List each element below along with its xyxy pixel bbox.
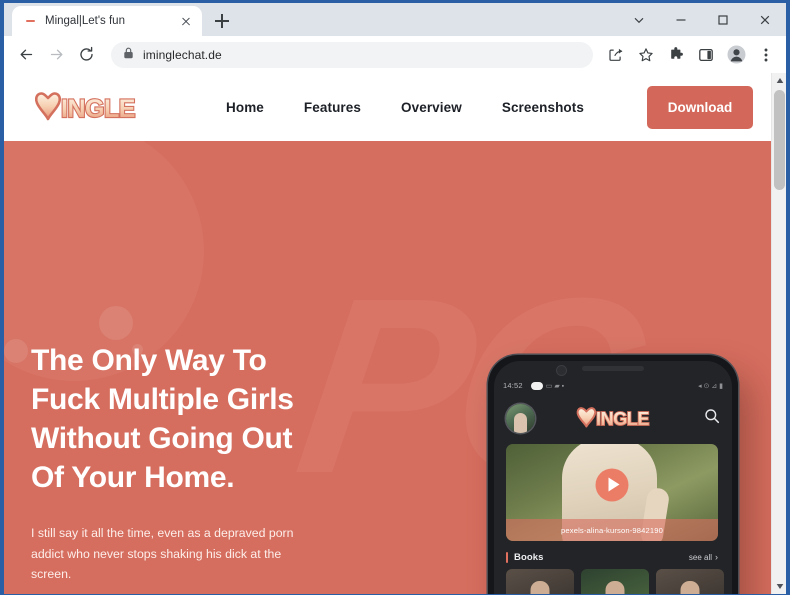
hero-copy: The Only Way To Fuck Multiple Girls With… (31, 341, 371, 585)
tab-title: Mingal|Let's fun (45, 15, 125, 27)
reload-icon[interactable] (72, 41, 100, 69)
site-security-lock-icon[interactable] (123, 46, 134, 64)
book-card[interactable]: sample2 (656, 569, 724, 594)
page-scrollbar[interactable] (771, 73, 786, 594)
app-logo-text: INGLE (596, 409, 649, 429)
phone-front-camera (557, 366, 566, 375)
scroll-down-arrow-icon[interactable] (772, 579, 786, 594)
back-icon[interactable] (12, 41, 40, 69)
status-notification-pill (530, 381, 543, 390)
mingle-favicon (23, 14, 37, 28)
maximize-icon[interactable] (702, 4, 744, 36)
extensions-puzzle-icon[interactable] (662, 41, 690, 69)
site-header: INGLE Home Features Overview Screenshots… (4, 73, 771, 141)
phone-status-bar: 14:52 ▭ ▰ ▪ ◂ ⊙ ⊿ ▮ (494, 379, 732, 392)
decorative-dot (4, 339, 28, 363)
phone-mockup: 14:52 ▭ ▰ ▪ ◂ ⊙ ⊿ ▮ INGLE pexels-alina-k… (488, 355, 738, 594)
chrome-menu-icon[interactable] (752, 41, 780, 69)
close-window-icon[interactable] (744, 4, 786, 36)
browser-window: Mingal|Let's fun iminglechat.de INGLE Ho… (0, 0, 790, 595)
nav-item-screenshots[interactable]: Screenshots (502, 100, 584, 115)
scrollbar-thumb[interactable] (774, 90, 785, 190)
book-cover-art (680, 581, 700, 594)
url-text: iminglechat.de (143, 47, 222, 62)
tab-strip: Mingal|Let's fun (4, 3, 786, 36)
status-bar-clock: 14:52 (503, 381, 523, 390)
section-header-books: Books see all › (506, 550, 718, 564)
section-title: Books (514, 551, 544, 563)
nav-item-features[interactable]: Features (304, 100, 361, 115)
hero-headline: The Only Way To Fuck Multiple Girls With… (31, 344, 294, 494)
profile-avatar-icon[interactable] (722, 41, 750, 69)
phone-screen: 14:52 ▭ ▰ ▪ ◂ ⊙ ⊿ ▮ INGLE pexels-alina-k… (494, 361, 732, 594)
browser-toolbar: iminglechat.de (4, 36, 786, 73)
minimize-icon[interactable] (660, 4, 702, 36)
web-page: INGLE Home Features Overview Screenshots… (4, 73, 771, 594)
hero-section: PC The Only Way To Fuck Multiple Girls W… (4, 141, 771, 594)
hero-subcopy: I still say it all the time, even as a d… (31, 526, 294, 582)
new-tab-button[interactable] (208, 7, 236, 35)
play-icon[interactable] (595, 468, 629, 502)
status-bar-left-glyphs: ▭ ▰ ▪ (545, 382, 565, 390)
books-list: SamplePDFFile_5... sample1 sample2 (506, 569, 724, 594)
search-tabs-chevron-down-icon[interactable] (618, 4, 660, 36)
forward-icon[interactable] (42, 41, 70, 69)
download-button[interactable]: Download (647, 85, 753, 129)
decorative-dot (99, 306, 133, 340)
app-header: INGLE (494, 399, 732, 437)
window-controls (618, 3, 786, 36)
address-bar[interactable]: iminglechat.de (111, 41, 593, 68)
page-viewport: INGLE Home Features Overview Screenshots… (4, 73, 786, 594)
book-card[interactable]: SamplePDFFile_5... (506, 569, 574, 594)
video-caption: pexels-alina-kurson-9842190 (506, 519, 718, 541)
site-nav: Home Features Overview Screenshots (226, 100, 584, 115)
see-all-books-link[interactable]: see all › (688, 551, 718, 562)
scroll-up-arrow-icon[interactable] (772, 73, 786, 88)
mingle-logo[interactable]: INGLE (34, 85, 158, 129)
share-icon[interactable] (602, 41, 630, 69)
section-accent-bar (506, 551, 508, 563)
browser-tab[interactable]: Mingal|Let's fun (12, 6, 202, 36)
see-all-label: see all (688, 552, 712, 562)
phone-speaker-notch (582, 366, 644, 371)
book-cover-art (530, 581, 550, 594)
app-mingle-logo: INGLE (576, 403, 664, 434)
status-bar-right-glyphs: ◂ ⊙ ⊿ ▮ (698, 382, 723, 390)
chevron-right-icon: › (715, 551, 718, 562)
logo-text: INGLE (61, 95, 135, 123)
close-tab-icon[interactable] (178, 13, 194, 29)
featured-video-card[interactable]: pexels-alina-kurson-9842190 (506, 444, 718, 541)
nav-item-overview[interactable]: Overview (401, 100, 462, 115)
book-cover-art (605, 581, 625, 594)
side-panel-icon[interactable] (692, 41, 720, 69)
user-avatar[interactable] (506, 403, 535, 433)
bookmark-star-icon[interactable] (632, 41, 660, 69)
search-icon[interactable] (704, 408, 720, 429)
book-card[interactable]: sample1 (581, 569, 649, 594)
nav-item-home[interactable]: Home (226, 100, 264, 115)
